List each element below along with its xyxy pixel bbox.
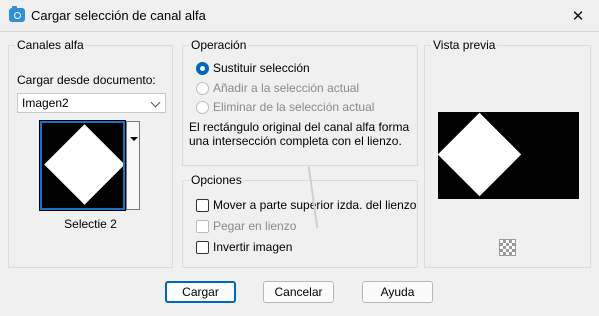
close-icon: ✕ [571,8,585,25]
window-title: Cargar selección de canal alfa [31,8,206,23]
channel-thumbnail[interactable] [39,120,126,211]
vista-previa-group: Vista previa [424,38,591,268]
radio-label: Sustituir selección [213,61,310,75]
radio-button[interactable] [196,100,209,114]
transparency-checker-icon[interactable] [499,239,516,256]
checkbox[interactable] [196,240,209,254]
radio-label: Añadir a la selección actual [213,81,360,95]
document-select[interactable]: Imagen2 [17,93,166,113]
title-bar: Cargar selección de canal alfa ✕ [0,0,599,32]
preview-diamond-shape [438,112,522,197]
canales-group: Canales alfa Cargar desde documento: Ima… [8,38,173,268]
camera-icon [9,6,25,22]
preview-canvas [438,112,579,199]
radio-button-checked[interactable] [196,61,209,75]
thumbnail-diamond-shape [44,124,123,205]
vista-previa-group-title: Vista previa [431,38,498,52]
canales-group-title: Canales alfa [15,38,86,52]
load-button[interactable]: Cargar [165,281,236,303]
checkbox[interactable] [196,219,209,233]
load-from-document-label: Cargar desde documento: [17,73,156,87]
channel-name: Selectie 2 [64,217,117,231]
radio-remove-selection[interactable]: Eliminar de la selección actual [196,100,374,114]
radio-add-selection[interactable]: Añadir a la selección actual [196,81,359,95]
checkbox-invert-image[interactable]: Invertir imagen [196,240,292,254]
watermark-stroke [307,166,319,228]
help-button[interactable]: Ayuda [362,281,433,303]
chevron-down-icon [150,97,162,109]
channel-thumbnail-picker[interactable] [39,120,152,211]
radio-label: Eliminar de la selección actual [213,100,375,114]
operacion-group: Operación Sustituir selección Añadir a l… [182,38,418,166]
checkbox[interactable] [196,198,209,212]
document-select-value: Imagen2 [22,96,69,110]
radio-button[interactable] [196,81,209,95]
cancel-button[interactable]: Cancelar [263,281,334,303]
operacion-group-title: Operación [189,38,249,52]
radio-replace-selection[interactable]: Sustituir selección [196,61,310,75]
operation-description: El rectángulo original del canal alfa fo… [189,120,410,148]
close-button[interactable]: ✕ [557,0,599,32]
opciones-group-title: Opciones [189,173,244,187]
checkbox-label: Invertir imagen [213,240,293,254]
watermark-graphic [268,158,398,238]
thumbnail-dropdown-button[interactable] [126,121,140,210]
